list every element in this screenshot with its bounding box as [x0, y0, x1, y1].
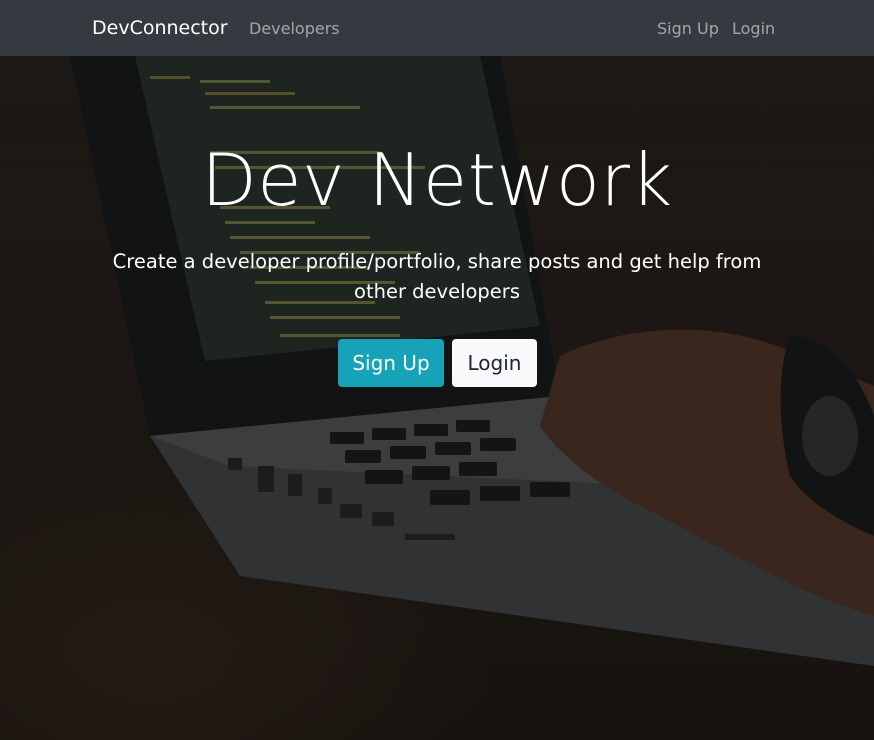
- nav-link-signup[interactable]: Sign Up: [657, 19, 719, 39]
- nav-link-developers[interactable]: Developers: [249, 19, 340, 39]
- brand-logo-link[interactable]: DevConnector: [92, 16, 228, 40]
- hero-title: Dev Network: [201, 138, 673, 222]
- nav-link-login[interactable]: Login: [732, 19, 775, 39]
- hero-login-button[interactable]: Login: [452, 339, 537, 387]
- landing-hero: Dev Network Create a developer profile/p…: [0, 56, 874, 740]
- top-navbar: DevConnector Developers Sign Up Login: [0, 0, 874, 56]
- hero-signup-button[interactable]: Sign Up: [338, 339, 444, 387]
- hero-lead-text: Create a developer profile/portfolio, sh…: [112, 250, 762, 303]
